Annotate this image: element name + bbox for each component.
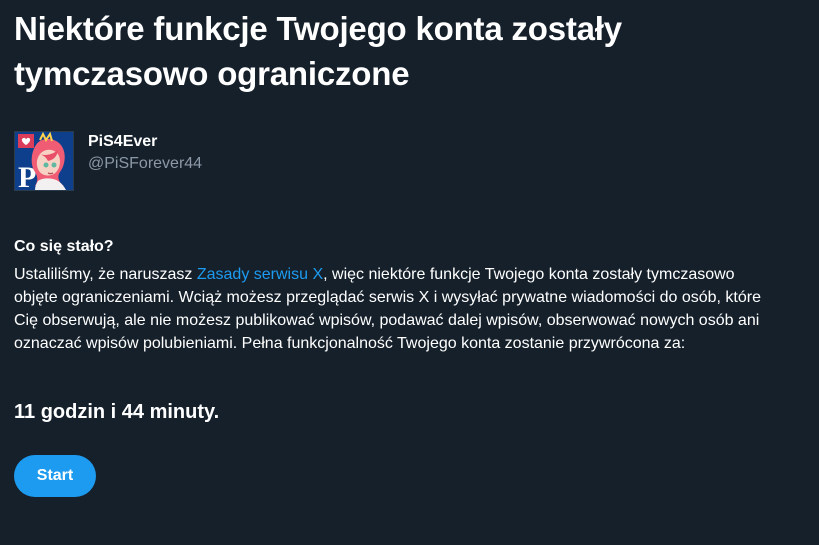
restriction-message: Ustaliliśmy, że naruszasz Zasady serwisu… bbox=[14, 263, 774, 355]
avatar: P bbox=[14, 131, 74, 191]
start-button[interactable]: Start bbox=[14, 455, 96, 497]
message-text-before-link: Ustaliliśmy, że naruszasz bbox=[14, 266, 197, 283]
anime-avatar-icon: P bbox=[15, 132, 73, 190]
page-title: Niektóre funkcje Twojego konta zostały t… bbox=[14, 10, 622, 92]
restore-countdown: 11 godzin i 44 minuty. bbox=[14, 401, 220, 423]
account-summary: P PiS4Ever @PiSForever44 bbox=[14, 131, 202, 191]
account-names: PiS4Ever @PiSForever44 bbox=[88, 131, 202, 173]
section-title: Co się stało? bbox=[14, 238, 114, 255]
account-handle: @PiSForever44 bbox=[88, 155, 203, 172]
rules-link[interactable]: Zasady serwisu X bbox=[197, 266, 323, 283]
display-name: PiS4Ever bbox=[88, 133, 158, 150]
restriction-page: Niektóre funkcje Twojego konta zostały t… bbox=[14, 6, 804, 497]
